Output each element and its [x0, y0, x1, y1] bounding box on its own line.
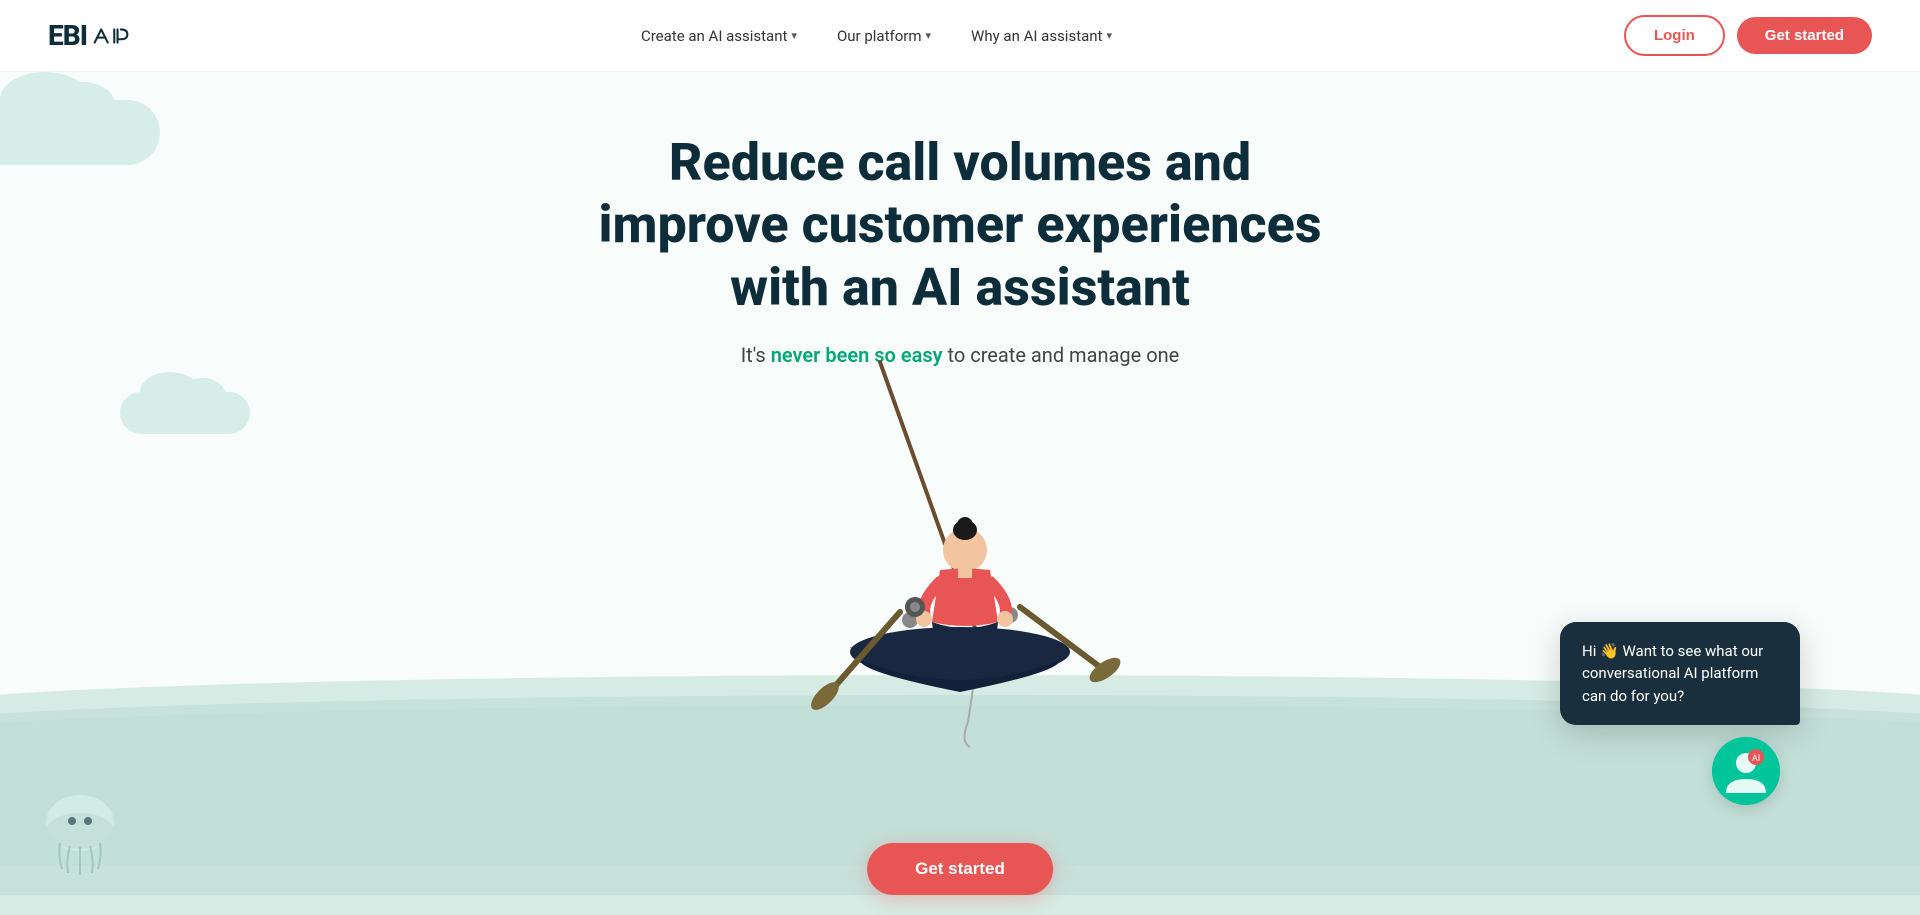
- nav-create-ai-assistant[interactable]: Create an AI assistant ▾: [625, 19, 813, 53]
- chat-avatar[interactable]: AI: [1712, 737, 1780, 805]
- cloud-decoration-2: [120, 392, 250, 434]
- chevron-down-icon: ▾: [791, 29, 797, 42]
- jellyfish-decoration: [40, 791, 120, 885]
- cta-area: Get started: [867, 843, 1053, 895]
- svg-text:AI: AI: [1752, 754, 1760, 764]
- main-nav: Create an AI assistant ▾ Our platform ▾ …: [625, 19, 1128, 53]
- hero-illustration: [750, 302, 1170, 702]
- header: EBI Create an AI assistant ▾ Our platfor…: [0, 0, 1920, 72]
- main-content: Reduce call volumes and improve customer…: [0, 72, 1920, 915]
- chevron-down-icon: ▾: [926, 29, 932, 42]
- nav-why-ai-assistant[interactable]: Why an AI assistant ▾: [955, 19, 1128, 53]
- chat-bubble: Hi 👋 Want to see what our conversational…: [1560, 622, 1800, 726]
- logo-text: EBI: [48, 19, 87, 52]
- chevron-down-icon: ▾: [1106, 29, 1112, 42]
- get-started-button[interactable]: Get started: [1737, 17, 1872, 54]
- hero-title: Reduce call volumes and improve customer…: [580, 132, 1340, 319]
- logo-icon: [93, 24, 129, 48]
- logo[interactable]: EBI: [48, 19, 129, 52]
- nav-our-platform[interactable]: Our platform ▾: [821, 19, 947, 53]
- hero-cta-button[interactable]: Get started: [867, 843, 1053, 895]
- login-button[interactable]: Login: [1624, 15, 1725, 56]
- header-actions: Login Get started: [1624, 15, 1872, 56]
